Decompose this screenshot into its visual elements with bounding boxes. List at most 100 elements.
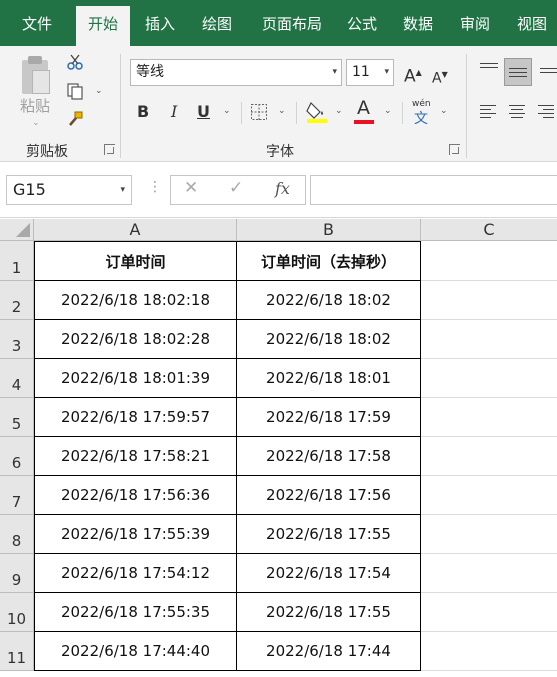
- formula-bar-grip-icon[interactable]: ⋮: [148, 179, 162, 195]
- cell-c9[interactable]: [421, 554, 557, 593]
- increase-font-size-button[interactable]: A▲: [404, 62, 422, 87]
- formula-bar: G15 ▾ ⋮ ✕ ✓ fx: [0, 162, 557, 218]
- format-painter-icon[interactable]: [66, 110, 84, 128]
- row-header-11[interactable]: 11: [0, 632, 34, 671]
- copy-icon[interactable]: [66, 82, 84, 100]
- tab-draw[interactable]: 绘图: [193, 0, 241, 46]
- underline-dropdown-icon[interactable]: ⌄: [223, 106, 231, 116]
- font-name-select[interactable]: 等线 ▾: [130, 59, 342, 86]
- cell-b5[interactable]: 2022/6/18 17:59: [237, 398, 421, 437]
- column-header-b[interactable]: B: [237, 219, 421, 241]
- font-size-select[interactable]: 11 ▾: [346, 59, 394, 86]
- tab-formulas[interactable]: 公式: [338, 0, 386, 46]
- cut-icon[interactable]: [66, 53, 84, 71]
- font-launcher-icon[interactable]: [449, 144, 460, 155]
- cell-a6[interactable]: 2022/6/18 17:58:21: [34, 437, 237, 476]
- underline-button[interactable]: U: [197, 101, 210, 123]
- cell-b3[interactable]: 2022/6/18 18:02: [237, 320, 421, 359]
- tab-file[interactable]: 文件: [10, 0, 64, 46]
- cell-c3[interactable]: [421, 320, 557, 359]
- tab-review[interactable]: 审阅: [451, 0, 499, 46]
- phonetic-dropdown-icon[interactable]: ⌄: [440, 106, 448, 116]
- cell-b11[interactable]: 2022/6/18 17:44: [237, 632, 421, 671]
- cell-c1[interactable]: [421, 241, 557, 281]
- fill-color-dropdown-icon[interactable]: ⌄: [335, 106, 343, 116]
- column-header-a[interactable]: A: [34, 219, 237, 241]
- select-all-button[interactable]: [0, 219, 34, 241]
- cell-a4[interactable]: 2022/6/18 18:01:39: [34, 359, 237, 398]
- row-header-8[interactable]: 8: [0, 515, 34, 554]
- align-top-button[interactable]: [476, 58, 502, 80]
- cell-b10[interactable]: 2022/6/18 17:55: [237, 593, 421, 632]
- align-center-button[interactable]: [505, 101, 531, 123]
- cell-c10[interactable]: [421, 593, 557, 632]
- tab-home[interactable]: 开始: [76, 6, 130, 46]
- cell-a10[interactable]: 2022/6/18 17:55:35: [34, 593, 237, 632]
- font-color-button[interactable]: A: [357, 97, 370, 119]
- row-header-10[interactable]: 10: [0, 593, 34, 632]
- bold-button[interactable]: B: [137, 101, 149, 123]
- paste-icon[interactable]: [18, 56, 52, 96]
- separator: [241, 102, 242, 124]
- ribbon-home: 粘贴 ⌄ ⌄ 剪贴板 等线▾ 11▾ A▲ A▼ B I U ⌄ ⌄ ⌄ A: [0, 46, 557, 162]
- row-header-9[interactable]: 9: [0, 554, 34, 593]
- italic-button[interactable]: I: [171, 101, 177, 123]
- cell-b4[interactable]: 2022/6/18 18:01: [237, 359, 421, 398]
- cell-a1[interactable]: 订单时间: [34, 241, 237, 281]
- tab-data[interactable]: 数据: [394, 0, 442, 46]
- cell-c8[interactable]: [421, 515, 557, 554]
- group-separator: [466, 54, 467, 158]
- cell-a5[interactable]: 2022/6/18 17:59:57: [34, 398, 237, 437]
- fill-color-icon[interactable]: [305, 99, 329, 123]
- border-dropdown-icon[interactable]: ⌄: [278, 106, 286, 116]
- tab-page-layout[interactable]: 页面布局: [252, 0, 332, 46]
- cell-c11[interactable]: [421, 632, 557, 671]
- clipboard-launcher-icon[interactable]: [104, 144, 115, 155]
- cell-b9[interactable]: 2022/6/18 17:54: [237, 554, 421, 593]
- cell-c2[interactable]: [421, 281, 557, 320]
- cell-a2[interactable]: 2022/6/18 18:02:18: [34, 281, 237, 320]
- insert-function-icon[interactable]: fx: [275, 179, 290, 198]
- align-right-button[interactable]: [534, 101, 557, 123]
- cancel-icon[interactable]: ✕: [184, 178, 198, 198]
- cell-a11[interactable]: 2022/6/18 17:44:40: [34, 632, 237, 671]
- row-header-5[interactable]: 5: [0, 398, 34, 437]
- row-header-6[interactable]: 6: [0, 437, 34, 476]
- separator: [402, 102, 403, 124]
- tab-view[interactable]: 视图: [508, 0, 556, 46]
- row-header-3[interactable]: 3: [0, 320, 34, 359]
- cell-a7[interactable]: 2022/6/18 17:56:36: [34, 476, 237, 515]
- phonetic-guide-icon[interactable]: 文: [414, 108, 428, 128]
- border-icon[interactable]: [250, 103, 268, 121]
- align-middle-button[interactable]: [504, 58, 532, 86]
- cell-c4[interactable]: [421, 359, 557, 398]
- paste-button-label[interactable]: 粘贴: [20, 95, 50, 116]
- tab-insert[interactable]: 插入: [136, 0, 184, 46]
- cell-b6[interactable]: 2022/6/18 17:58: [237, 437, 421, 476]
- cell-c7[interactable]: [421, 476, 557, 515]
- name-box[interactable]: G15 ▾: [6, 175, 132, 205]
- align-left-button[interactable]: [476, 101, 502, 123]
- decrease-font-size-button[interactable]: A▼: [432, 64, 448, 87]
- cell-c6[interactable]: [421, 437, 557, 476]
- cell-b2[interactable]: 2022/6/18 18:02: [237, 281, 421, 320]
- paste-dropdown-icon[interactable]: ⌄: [32, 118, 40, 128]
- row-header-4[interactable]: 4: [0, 359, 34, 398]
- formula-input[interactable]: [310, 175, 557, 205]
- row-header-7[interactable]: 7: [0, 476, 34, 515]
- cell-b8[interactable]: 2022/6/18 17:55: [237, 515, 421, 554]
- row-header-2[interactable]: 2: [0, 281, 34, 320]
- column-header-c[interactable]: C: [421, 219, 557, 241]
- cell-a9[interactable]: 2022/6/18 17:54:12: [34, 554, 237, 593]
- group-separator: [120, 54, 121, 158]
- enter-icon[interactable]: ✓: [229, 178, 243, 198]
- copy-dropdown-icon[interactable]: ⌄: [95, 86, 103, 96]
- cell-b1[interactable]: 订单时间（去掉秒）: [237, 241, 421, 281]
- font-color-dropdown-icon[interactable]: ⌄: [384, 106, 392, 116]
- cell-b7[interactable]: 2022/6/18 17:56: [237, 476, 421, 515]
- align-bottom-button[interactable]: [536, 58, 557, 80]
- cell-c5[interactable]: [421, 398, 557, 437]
- cell-a3[interactable]: 2022/6/18 18:02:28: [34, 320, 237, 359]
- row-header-1[interactable]: 1: [0, 241, 34, 281]
- cell-a8[interactable]: 2022/6/18 17:55:39: [34, 515, 237, 554]
